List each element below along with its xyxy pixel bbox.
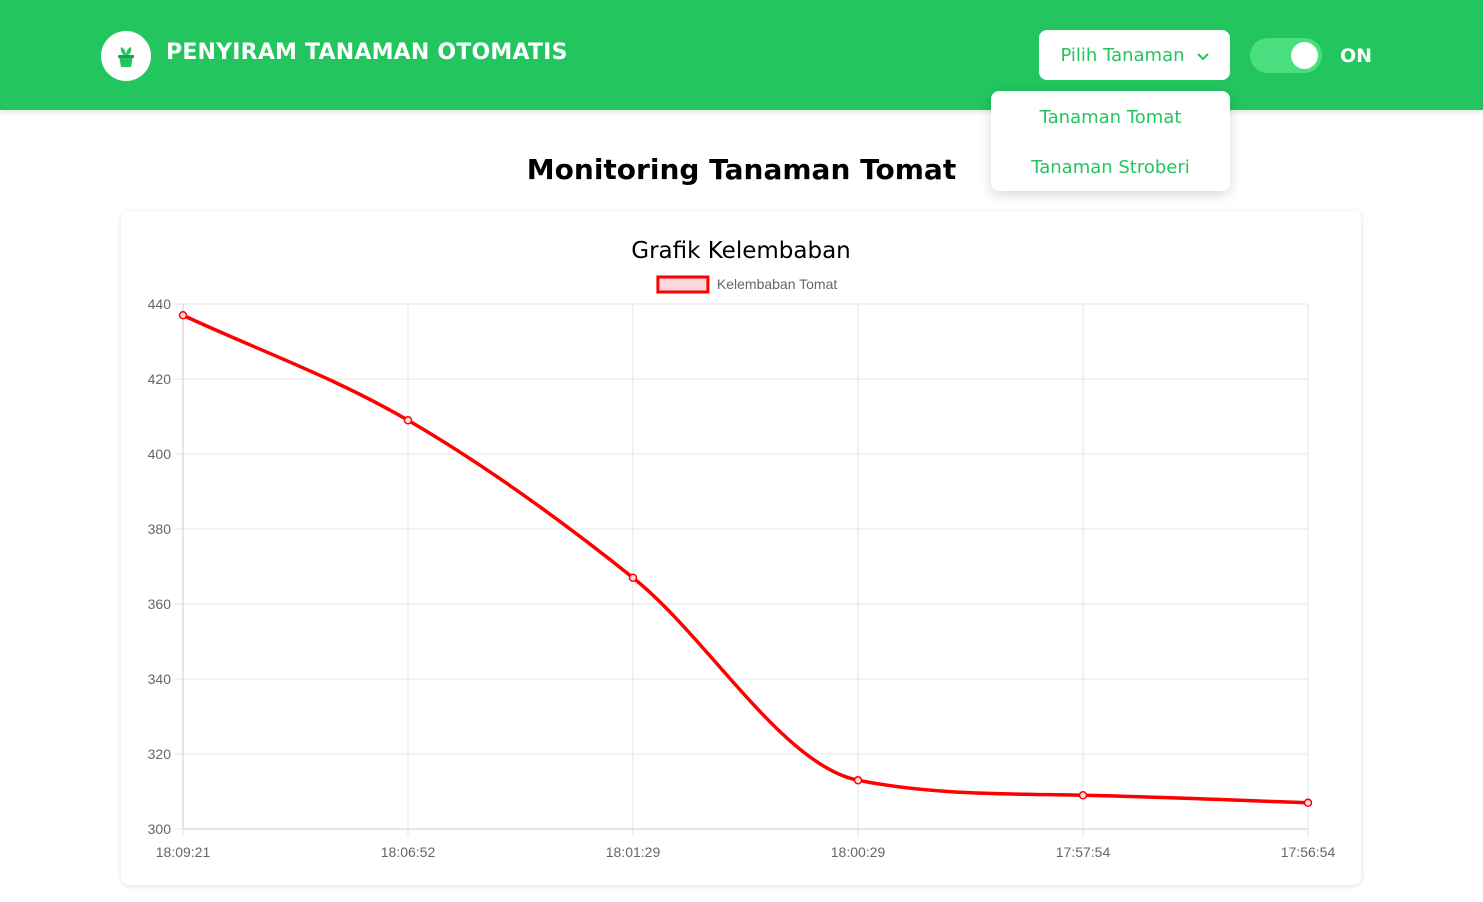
data-point [628,573,638,582]
data-point [1303,798,1313,807]
y-tick-label: 420 [148,371,172,387]
data-point [1078,791,1088,800]
x-tick-label: 17:57:54 [1056,844,1111,860]
y-tick-label: 440 [148,296,172,312]
chart-title: Grafik Kelembaban [631,238,851,264]
data-point [403,416,413,425]
y-tick-label: 300 [148,821,172,837]
app-title: PENYIRAM TANAMAN OTOMATIS [166,40,568,65]
plant-dropdown-menu: Tanaman Tomat Tanaman Stroberi [991,91,1230,191]
chevron-down-icon [1196,45,1209,66]
y-tick-label: 400 [148,446,172,462]
data-point [178,311,188,320]
toggle-status-label: ON [1340,45,1373,67]
y-tick-label: 320 [148,746,172,762]
x-tick-label: 18:06:52 [381,844,436,860]
x-tick-label: 18:09:21 [156,844,211,860]
series-line-kelembaban-tomat [182,313,1309,805]
page-title: Monitoring Tanaman Tomat [526,153,957,186]
plant-select-button[interactable]: Pilih Tanaman [1039,30,1230,80]
dropdown-item-tomat[interactable]: Tanaman Tomat [991,107,1230,128]
x-tick-label: 18:00:29 [831,844,886,860]
y-tick-label: 380 [148,521,172,537]
y-tick-label: 360 [148,596,172,612]
legend-label: Kelembaban Tomat [717,276,837,292]
power-toggle[interactable] [1250,38,1322,73]
data-point [853,776,863,785]
y-tick-label: 340 [148,671,172,687]
dropdown-item-stroberi[interactable]: Tanaman Stroberi [991,157,1230,178]
humidity-chart: Grafik Kelembaban Kelembaban Tomat 300 320 3… [148,238,1336,860]
legend-swatch [656,275,710,294]
chart-card: Grafik Kelembaban Kelembaban Tomat 300 320 3… [121,211,1361,885]
plant-select-label: Pilih Tanaman [1060,44,1185,66]
plant-pot-icon [101,31,151,81]
x-tick-label: 18:01:29 [606,844,661,860]
toggle-knob [1291,42,1318,69]
x-tick-label: 17:56:54 [1281,844,1336,860]
top-navbar: PENYIRAM TANAMAN OTOMATIS Pilih Tanaman … [0,0,1483,110]
